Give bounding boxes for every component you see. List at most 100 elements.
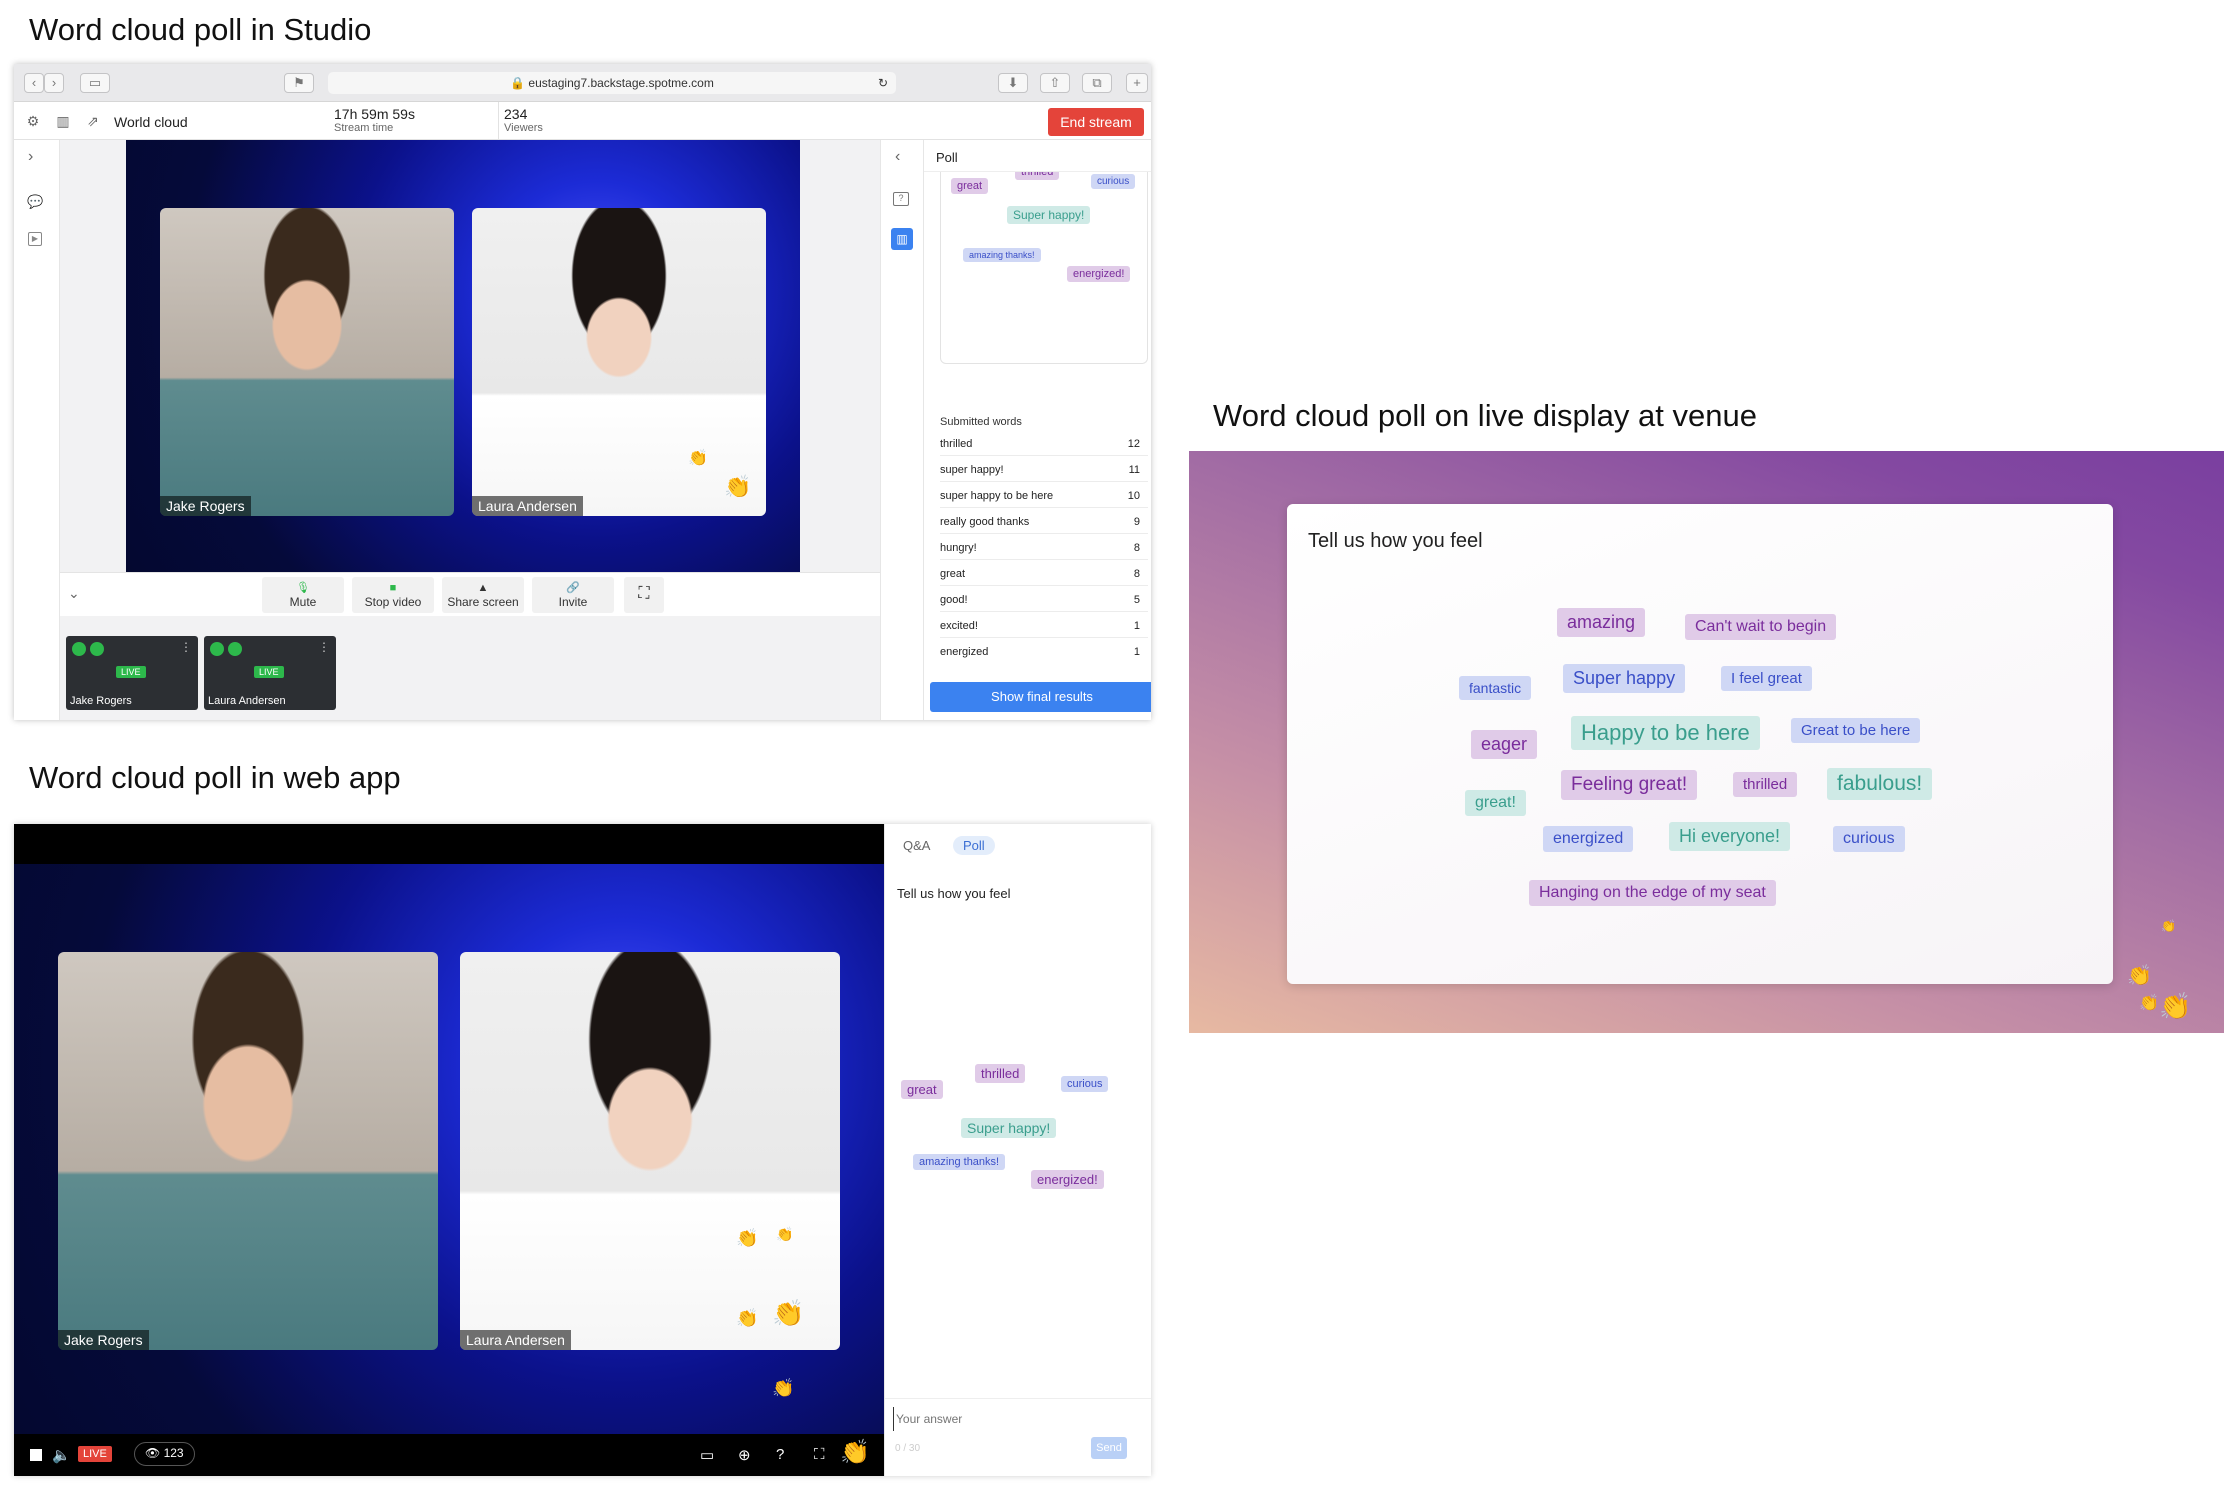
submitted-word-row: super happy! 11 <box>940 456 1148 482</box>
submitted-words-header: Submitted words <box>940 416 1022 428</box>
video-tile-jake[interactable]: Jake Rogers <box>160 208 454 516</box>
video-tile-laura[interactable]: Laura Andersen 👏 👏 <box>472 208 766 516</box>
chevron-down-icon[interactable]: ⌄ <box>68 585 80 602</box>
word-chip: thrilled <box>1733 772 1798 797</box>
word-text: energized <box>940 646 989 658</box>
fullscreen-icon[interactable]: ⛶ <box>624 577 664 613</box>
venue-poll-question: Tell us how you feel <box>1308 530 1483 552</box>
word-cloud-preview: great thrilled curious Super happy! amaz… <box>940 172 1148 364</box>
show-final-results-button[interactable]: Show final results <box>930 682 1151 712</box>
viewers-stat: 234 Viewers <box>504 106 543 134</box>
more-icon[interactable]: ⋮ <box>318 640 330 654</box>
webapp-sidebar: Q&A Poll Tell us how you feel great thri… <box>884 824 1151 1476</box>
url-text: eustaging7.backstage.spotme.com <box>528 76 714 90</box>
share-screen-label: Share screen <box>447 595 519 609</box>
new-tab-icon[interactable]: + <box>1126 73 1148 93</box>
participant-thumbnail[interactable]: ⋮ LIVE Jake Rogers <box>66 636 198 710</box>
venue-section-title: Word cloud poll on live display at venue <box>1213 398 1757 433</box>
word-chip: great <box>901 1080 943 1099</box>
word-chip: curious <box>1091 174 1136 189</box>
microphone-icon <box>72 642 86 656</box>
participant-name: Jake Rogers <box>70 695 132 707</box>
back-icon[interactable]: ‹ <box>24 73 44 93</box>
submitted-word-row: super happy to be here 10 <box>940 482 1148 508</box>
tab-poll[interactable]: Poll <box>953 836 995 855</box>
tab-qa[interactable]: Q&A <box>893 836 940 855</box>
word-chip: energized! <box>1031 1170 1104 1189</box>
word-chip: Super happy <box>1563 664 1686 693</box>
word-chip: thrilled <box>975 1064 1026 1083</box>
participant-thumbnail[interactable]: ⋮ LIVE Laura Andersen <box>204 636 336 710</box>
submitted-word-row: excited! 1 <box>940 612 1148 638</box>
sidebar-toggle-icon[interactable]: ▭ <box>80 73 110 93</box>
clap-icon: 👏 <box>2161 919 2176 933</box>
video-tile-laura[interactable]: Laura Andersen 👏 👏 👏 👏 <box>460 952 840 1350</box>
tabs-icon[interactable]: ⧉ <box>1082 73 1112 93</box>
answer-input[interactable] <box>893 1407 1143 1431</box>
word-chip: Great to be here <box>1791 718 1921 743</box>
word-text: good! <box>940 594 968 606</box>
studio-topbar: ⚙ ▥ ⇗ World cloud 17h 59m 59s Stream tim… <box>14 102 1151 140</box>
word-count: 1 <box>1133 620 1140 632</box>
reload-icon[interactable]: ↻ <box>878 72 888 94</box>
pin-icon[interactable]: ⚑ <box>284 73 314 93</box>
settings-icon[interactable]: ⚙ <box>24 112 42 130</box>
word-text: super happy to be here <box>940 490 1054 502</box>
volume-icon[interactable]: 🔈 <box>52 1446 71 1464</box>
stream-time-stat: 17h 59m 59s Stream time <box>334 106 415 134</box>
mute-button[interactable]: 🎙 Mute <box>262 577 344 613</box>
microphone-icon: 🎙 <box>296 582 310 594</box>
external-link-icon[interactable]: ⇗ <box>84 112 102 130</box>
live-badge: LIVE <box>116 666 146 678</box>
share-screen-icon: ▲ <box>477 582 489 594</box>
word-count: 1 <box>1133 646 1140 658</box>
chat-icon[interactable]: 💬 <box>27 194 43 210</box>
share-screen-button[interactable]: ▲ Share screen <box>442 577 524 613</box>
word-count: 10 <box>1127 490 1140 502</box>
word-chip: Hanging on the edge of my seat <box>1529 880 1776 906</box>
chevron-right-icon[interactable]: › <box>28 148 33 166</box>
poll-icon[interactable]: ▥ <box>891 228 913 250</box>
clap-icon: 👏 <box>840 1439 870 1466</box>
page-title: World cloud <box>114 114 188 130</box>
word-count: 9 <box>1133 516 1140 528</box>
clap-icon: 👏 <box>688 450 708 467</box>
word-chip: great <box>951 178 989 194</box>
forward-icon[interactable]: › <box>44 73 64 93</box>
word-chip: energized! <box>1067 266 1131 282</box>
viewer-count: 123 <box>163 1446 184 1460</box>
media-icon[interactable]: ▶ <box>28 232 42 246</box>
live-badge: LIVE <box>78 1446 112 1462</box>
end-stream-button[interactable]: End stream <box>1048 108 1144 136</box>
address-bar[interactable]: 🔒 eustaging7.backstage.spotme.com ↻ <box>328 72 896 94</box>
venue-poll-card: Tell us how you feel amazing Can't wait … <box>1287 504 2113 984</box>
video-tile-jake[interactable]: Jake Rogers <box>58 952 438 1350</box>
clap-icon: 👏 <box>772 1298 805 1328</box>
stop-video-label: Stop video <box>364 595 422 609</box>
poll-panel-title: Poll <box>936 150 958 165</box>
chevron-left-icon[interactable]: ‹ <box>895 148 900 166</box>
qa-icon[interactable]: ? <box>893 192 909 206</box>
stop-video-button[interactable]: ■ Stop video <box>352 577 434 613</box>
captions-icon[interactable]: ▭ <box>700 1446 714 1464</box>
clap-icon: 👏 <box>772 1378 795 1398</box>
clap-icon: 👏 <box>776 1226 794 1242</box>
invite-button[interactable]: 🔗 Invite <box>532 577 614 613</box>
download-icon[interactable]: ⬇ <box>998 73 1028 93</box>
chart-icon[interactable]: ▥ <box>54 112 72 130</box>
camera-icon <box>90 642 104 656</box>
studio-section-title: Word cloud poll in Studio <box>29 12 372 47</box>
globe-icon[interactable]: ⊕ <box>738 1446 751 1464</box>
word-chip: Happy to be here <box>1571 716 1760 750</box>
word-text: hungry! <box>940 542 977 554</box>
stop-icon[interactable] <box>30 1449 42 1461</box>
share-icon[interactable]: ⇧ <box>1040 73 1070 93</box>
help-icon[interactable]: ? <box>776 1446 784 1463</box>
send-button[interactable]: Send <box>1091 1437 1127 1459</box>
word-chip: amazing <box>1557 608 1646 637</box>
word-chip: curious <box>1061 1076 1109 1092</box>
fullscreen-icon[interactable]: ⛶ <box>814 1446 825 1463</box>
word-text: excited! <box>940 620 978 632</box>
more-icon[interactable]: ⋮ <box>180 640 192 654</box>
divider <box>498 102 499 140</box>
